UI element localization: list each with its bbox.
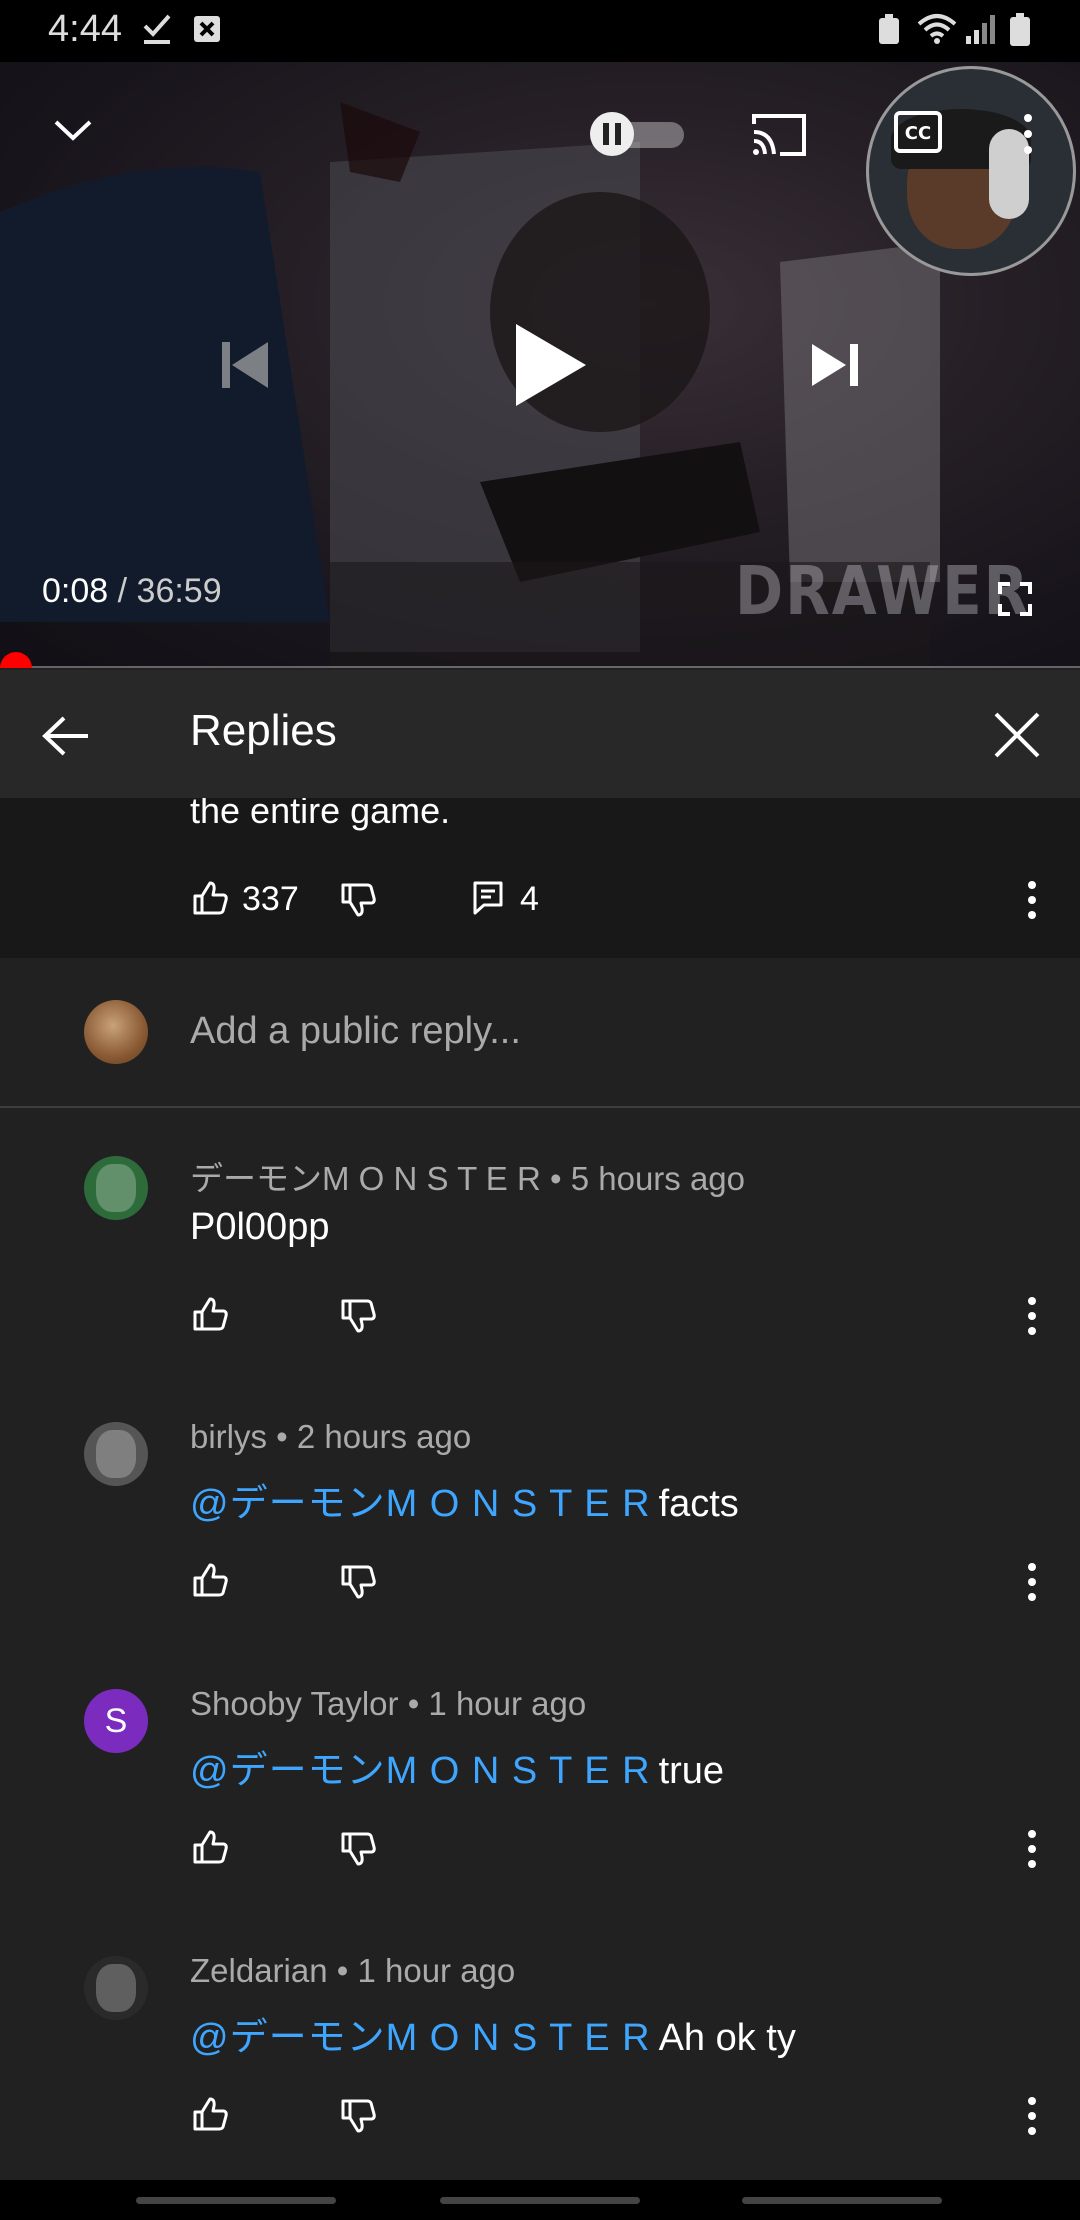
reply-time: 1 hour ago <box>428 1685 587 1722</box>
signal-icon <box>966 15 995 44</box>
battery-saver-icon <box>879 14 899 44</box>
reply-text: @デーモンM O N S T E Rfacts <box>190 1472 739 1527</box>
reply-item: S Shooby Taylor • 1 hour ago @デーモンM O N S … <box>0 1643 1080 1909</box>
nav-recents-button[interactable] <box>136 2197 336 2204</box>
skip-previous-icon[interactable] <box>218 338 272 392</box>
back-arrow-icon[interactable] <box>40 714 90 758</box>
meta-dot: • <box>327 1952 358 1989</box>
like-count: 337 <box>242 880 299 918</box>
video-watermark: DRAWER <box>735 551 1031 631</box>
author-avatar[interactable]: S <box>84 1689 148 1753</box>
author-name[interactable]: デーモンM O N S T E R <box>190 1160 541 1197</box>
reply-text: @デーモンM O N S T E Rtrue <box>190 1739 724 1794</box>
meta-dot: • <box>267 1418 297 1455</box>
reply-item: デーモンM O N S T E R • 5 hours ago P0l00pp <box>0 1110 1080 1376</box>
current-time: 0:08 <box>42 572 109 610</box>
duration: 36:59 <box>136 572 222 610</box>
like-icon[interactable] <box>192 880 228 916</box>
reply-meta: デーモンM O N S T E R • 5 hours ago <box>190 1152 745 1200</box>
mention-link[interactable]: @デーモンM O N S T E R <box>190 1750 651 1792</box>
dislike-icon[interactable] <box>340 1298 376 1334</box>
author-name[interactable]: birlys <box>190 1418 267 1455</box>
reply-message: P0l00pp <box>190 1206 330 1248</box>
more-vert-icon[interactable] <box>1024 1829 1040 1869</box>
status-bar: 4:44 <box>0 0 1080 62</box>
dislike-icon[interactable] <box>340 1564 376 1600</box>
reply-message: Ah ok ty <box>658 2017 796 2059</box>
dislike-icon[interactable] <box>340 882 376 918</box>
battery-icon <box>1010 13 1030 46</box>
reply-comment-icon[interactable] <box>472 880 504 916</box>
reply-item: birlys • 2 hours ago @デーモンM O N S T E Rfa… <box>0 1376 1080 1642</box>
streamer-webcam-overlay <box>866 66 1076 276</box>
status-time: 4:44 <box>48 8 122 50</box>
closed-captions-icon[interactable]: CC <box>893 110 943 154</box>
like-icon[interactable] <box>192 1829 228 1865</box>
reply-meta: Shooby Taylor • 1 hour ago <box>190 1685 586 1723</box>
fullscreen-icon[interactable] <box>998 582 1032 616</box>
progress-bar[interactable] <box>0 652 1080 668</box>
time-display: 0:08 / 36:59 <box>42 572 222 611</box>
mention-link[interactable]: @デーモンM O N S T E R <box>190 1483 651 1525</box>
reply-message: true <box>658 1750 725 1792</box>
cast-icon[interactable] <box>750 110 808 158</box>
reply-text: @デーモンM O N S T E R Ah ok ty <box>190 2006 796 2061</box>
checkmark-download-icon <box>143 14 171 44</box>
meta-dot: • <box>540 1160 571 1197</box>
author-avatar[interactable] <box>84 1422 148 1486</box>
autoplay-toggle[interactable] <box>590 112 686 156</box>
reply-text: P0l00pp <box>190 1206 329 1249</box>
more-vert-icon[interactable] <box>1020 112 1036 156</box>
more-vert-icon[interactable] <box>1024 1562 1040 1602</box>
video-player[interactable]: CC DRAWER 0:08 / 36:59 <box>0 62 1080 668</box>
chevron-down-icon[interactable] <box>52 114 94 144</box>
more-vert-icon[interactable] <box>1024 880 1040 920</box>
author-name[interactable]: Zeldarian <box>190 1952 328 1989</box>
nav-home-button[interactable] <box>440 2197 640 2204</box>
time-separator: / <box>117 572 128 610</box>
reply-message: facts <box>658 1483 739 1525</box>
dislike-icon[interactable] <box>340 2098 376 2134</box>
author-avatar[interactable] <box>84 1156 148 1220</box>
more-vert-icon[interactable] <box>1024 1296 1040 1336</box>
like-icon[interactable] <box>192 1296 228 1332</box>
reply-time: 1 hour ago <box>357 1952 516 1989</box>
wifi-icon <box>917 14 957 44</box>
svg-text:CC: CC <box>905 123 931 144</box>
nav-back-button[interactable] <box>742 2197 942 2204</box>
author-avatar[interactable] <box>84 1956 148 2020</box>
mention-link[interactable]: @デーモンM O N S T E R <box>190 2017 651 2059</box>
replies-header: Replies <box>0 670 1080 798</box>
pause-icon <box>590 112 634 156</box>
reply-meta: birlys • 2 hours ago <box>190 1418 471 1456</box>
meta-dot: • <box>398 1685 429 1722</box>
reply-time: 5 hours ago <box>570 1160 746 1197</box>
reply-count: 4 <box>520 880 539 918</box>
more-vert-icon[interactable] <box>1024 2096 1040 2136</box>
play-icon[interactable] <box>510 320 590 410</box>
close-icon[interactable] <box>992 710 1042 760</box>
user-avatar <box>84 1000 148 1064</box>
avatar-letter: S <box>104 1701 128 1740</box>
author-name[interactable]: Shooby Taylor <box>190 1685 399 1722</box>
dislike-icon[interactable] <box>340 1831 376 1867</box>
replies-title: Replies <box>190 706 337 755</box>
parent-comment-text: the entire game. <box>190 798 451 831</box>
reply-item: Zeldarian • 1 hour ago @デーモンM O N S T E R… <box>0 1910 1080 2176</box>
navigation-bar <box>0 2180 1080 2220</box>
like-icon[interactable] <box>192 1562 228 1598</box>
add-reply-row[interactable]: Add a public reply... <box>0 958 1080 1108</box>
reply-time: 2 hours ago <box>296 1418 472 1455</box>
skip-next-icon[interactable] <box>808 340 862 390</box>
reply-meta: Zeldarian • 1 hour ago <box>190 1952 515 1990</box>
add-reply-input[interactable]: Add a public reply... <box>190 1010 521 1053</box>
parent-comment: the entire game. 337 4 <box>0 798 1080 958</box>
notification-x-icon <box>194 16 220 42</box>
like-icon[interactable] <box>192 2096 228 2132</box>
